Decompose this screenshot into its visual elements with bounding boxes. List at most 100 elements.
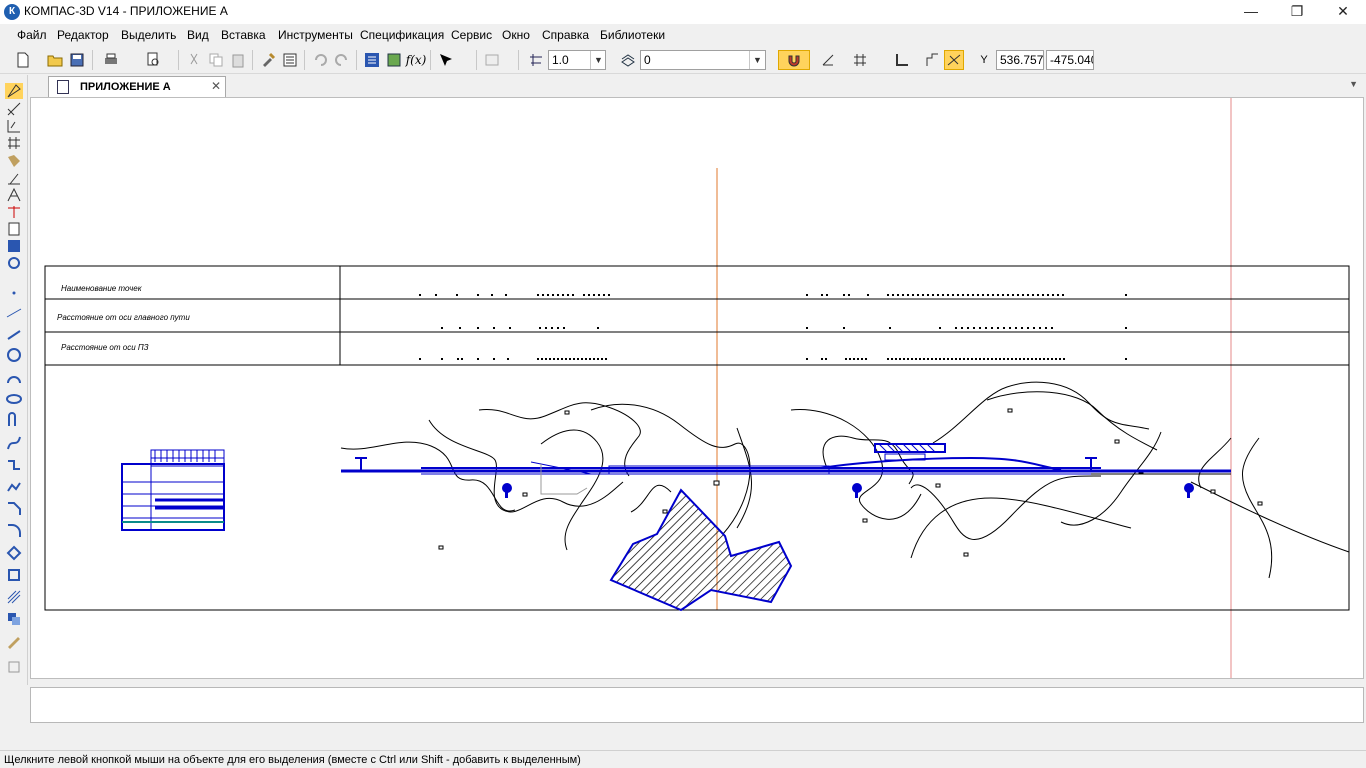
spec-panel-icon[interactable] — [5, 204, 23, 220]
select-panel-icon[interactable] — [5, 187, 23, 203]
spline-tool-icon[interactable] — [5, 435, 23, 451]
copy-icon[interactable] — [206, 50, 226, 70]
tabs-dropdown-icon[interactable]: ▼ — [1349, 79, 1358, 89]
undo-icon[interactable] — [310, 50, 330, 70]
layer-dropdown-icon[interactable]: ▼ — [749, 51, 765, 69]
designations-panel-icon[interactable] — [5, 118, 23, 134]
menu-editor[interactable]: Редактор — [57, 28, 109, 42]
properties-panel[interactable] — [30, 687, 1364, 723]
row-label-points: Наименование точек — [61, 284, 143, 293]
geometry-check-icon[interactable] — [482, 50, 502, 70]
tab-close-icon[interactable]: ✕ — [211, 79, 221, 93]
contour-tool-icon[interactable] — [5, 412, 23, 428]
rectangle-tool-icon[interactable] — [5, 545, 23, 561]
fill-tool-icon[interactable] — [5, 611, 23, 627]
title-bar: К КОМПАС-3D V14 - ПРИЛОЖЕНИЕ А — ❐ ✕ — [0, 0, 1366, 24]
library-manager-icon[interactable] — [384, 50, 404, 70]
macro-panel-icon[interactable] — [5, 255, 23, 271]
round-mode-icon[interactable] — [922, 50, 942, 70]
parametrization-panel-icon[interactable] — [5, 153, 23, 169]
hatch-tool-icon[interactable] — [5, 589, 23, 605]
variables-button[interactable]: f(x) — [406, 50, 427, 70]
layers-icon[interactable] — [618, 50, 638, 70]
restore-button[interactable]: ❐ — [1274, 0, 1320, 24]
menu-service[interactable]: Сервис — [451, 28, 492, 42]
cut-icon[interactable] — [184, 50, 204, 70]
ellipse-tool-icon[interactable] — [5, 391, 23, 407]
dimensions-panel-icon[interactable] — [5, 101, 23, 117]
measure-panel-icon[interactable] — [5, 170, 23, 186]
geometry-panel-icon[interactable] — [5, 83, 23, 99]
axis-marker — [713, 480, 720, 486]
menu-file[interactable]: Файл — [17, 28, 47, 42]
point-tool-icon[interactable] — [5, 285, 23, 301]
hatched-area — [609, 488, 793, 612]
row-label-main-track: Расстояние от оси главного пути — [57, 313, 190, 322]
fillet-tool-icon[interactable] — [5, 523, 23, 539]
new-document-button[interactable] — [13, 50, 33, 70]
cursor-coordinates-icon[interactable] — [944, 50, 964, 70]
menu-specification[interactable]: Спецификация — [360, 28, 444, 42]
tab-label: ПРИЛОЖЕНИЕ А — [80, 81, 171, 93]
kompas-logo-icon: К — [4, 4, 20, 20]
format-painter-icon[interactable] — [258, 50, 278, 70]
status-bar: Щелкните левой кнопкой мыши на объекте д… — [0, 750, 1366, 768]
menu-window[interactable]: Окно — [502, 28, 530, 42]
orthogonal-icon[interactable] — [892, 50, 912, 70]
tab-prilozhenie-a[interactable]: ПРИЛОЖЕНИЕ А ✕ — [48, 76, 226, 97]
window-title: КОМПАС-3D V14 - ПРИЛОЖЕНИЕ А — [24, 4, 228, 18]
segment-tool-icon[interactable] — [5, 327, 23, 343]
scale-icon[interactable] — [526, 50, 546, 70]
panel-expand-icon[interactable] — [5, 659, 23, 675]
drawing-canvas[interactable]: Наименование точек Расстояние от оси гла… — [30, 97, 1364, 679]
terrain-contours — [340, 381, 1350, 579]
aux-line-tool-icon[interactable] — [5, 305, 23, 321]
manager-icon[interactable] — [362, 50, 382, 70]
railway-track — [341, 443, 1231, 475]
polygon-tool-icon[interactable] — [5, 567, 23, 583]
row-value-marks — [419, 294, 1127, 360]
local-cs-icon[interactable] — [818, 50, 838, 70]
insert-panel-icon[interactable] — [5, 238, 23, 254]
standard-toolbar: f(x) 1.0 ▼ 0 ▼ Y 536.757 -475.040 — [0, 46, 1366, 74]
editing-panel-icon[interactable] — [5, 135, 23, 151]
menu-libraries[interactable]: Библиотеки — [600, 28, 665, 42]
minimize-button[interactable]: — — [1228, 0, 1274, 24]
redo-icon[interactable] — [332, 50, 352, 70]
bezier-tool-icon[interactable] — [5, 479, 23, 495]
document-tab-bar: ПРИЛОЖЕНИЕ А ✕ ▼ — [30, 75, 1366, 97]
row-label-pz-axis: Расстояние от оси ПЗ — [61, 343, 149, 352]
open-button[interactable] — [45, 50, 65, 70]
print-preview-button[interactable] — [143, 50, 163, 70]
status-message: Щелкните левой кнопкой мыши на объекте д… — [4, 754, 581, 766]
close-button[interactable]: ✕ — [1320, 0, 1366, 24]
polyline-tool-icon[interactable] — [5, 457, 23, 473]
chamfer-tool-icon[interactable] — [5, 501, 23, 517]
arc-tool-icon[interactable] — [5, 370, 23, 386]
menu-view[interactable]: Вид — [187, 28, 209, 42]
menu-tools[interactable]: Инструменты — [278, 28, 353, 42]
context-help-icon[interactable] — [436, 50, 456, 70]
coord-x-field[interactable]: 536.757 — [996, 50, 1044, 70]
menu-bar: Файл Редактор Выделить Вид Вставка Инстр… — [0, 25, 1366, 45]
save-button[interactable] — [67, 50, 87, 70]
drawing-sheet[interactable]: Наименование точек Расстояние от оси гла… — [31, 98, 1364, 679]
paste-icon[interactable] — [228, 50, 248, 70]
grid-icon[interactable] — [850, 50, 870, 70]
contour-markers — [438, 408, 1263, 557]
kompas-window: К КОМПАС-3D V14 - ПРИЛОЖЕНИЕ А — ❐ ✕ Фай… — [0, 0, 1366, 768]
menu-help[interactable]: Справка — [542, 28, 589, 42]
menu-select[interactable]: Выделить — [121, 28, 176, 42]
drawing-doc-icon — [57, 80, 69, 94]
circle-tool-icon[interactable] — [5, 347, 23, 363]
scale-dropdown-icon[interactable]: ▼ — [590, 51, 606, 69]
snap-magnet-button[interactable] — [778, 50, 810, 70]
properties-icon[interactable] — [280, 50, 300, 70]
coord-y-field[interactable]: -475.040 — [1046, 50, 1094, 70]
collect-contour-icon[interactable] — [5, 633, 23, 649]
menu-insert[interactable]: Вставка — [221, 28, 266, 42]
reports-panel-icon[interactable] — [5, 221, 23, 237]
coord-label: Y — [980, 54, 988, 66]
layer-combo[interactable]: 0 — [640, 50, 766, 70]
print-button[interactable] — [101, 50, 121, 70]
